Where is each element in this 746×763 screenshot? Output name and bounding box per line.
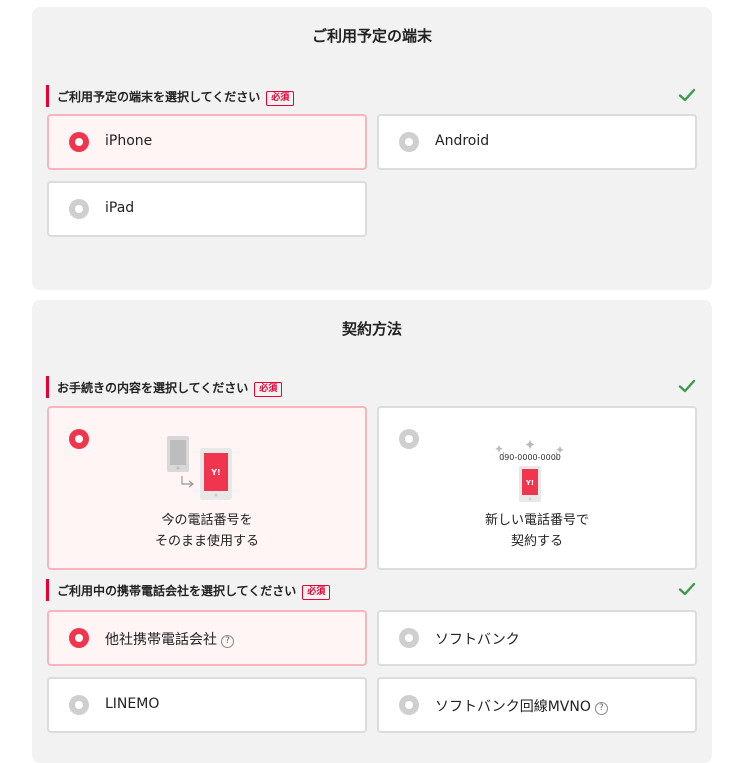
device-question-text: ご利用予定の端末を選択してください [57, 90, 261, 104]
radio-icon [69, 199, 89, 219]
option-label: iPad [105, 200, 135, 216]
required-badge: 必須 [254, 382, 283, 397]
sample-number-text: 090-0000-0000 [499, 453, 561, 462]
contract-section-title: 契約方法 [341, 320, 402, 338]
option-iphone[interactable]: iPhone [47, 114, 367, 170]
transfer-phone-icon: Y! [167, 436, 232, 500]
option-softbank-mvno[interactable]: ソフトバンク回線MVNO? [377, 677, 697, 733]
option-caption-line2: 契約する [510, 534, 563, 549]
new-number-phone-icon: 090-0000-0000 Y! [495, 440, 564, 502]
option-label: iPhone [105, 133, 153, 149]
question-marker [46, 85, 49, 107]
option-keep-number[interactable]: Y! 今の電話番号を そのまま使用する [47, 406, 367, 570]
option-linemo[interactable]: LINEMO [47, 677, 367, 733]
option-ipad[interactable]: iPad [47, 181, 367, 237]
check-icon [678, 379, 696, 393]
yahoo-badge-text: Y! [525, 479, 534, 487]
device-section: ご利用予定の端末 ご利用予定の端末を選択してください 必須 iPhone Andr… [32, 7, 712, 290]
radio-icon [399, 132, 419, 152]
required-badge: 必須 [266, 91, 295, 106]
option-android[interactable]: Android [377, 114, 697, 170]
option-label: 他社携帯電話会社 [105, 632, 217, 648]
help-icon[interactable]: ? [594, 702, 608, 715]
radio-icon [399, 628, 419, 648]
option-caption-line2: そのまま使用する [154, 534, 259, 549]
option-label: LINEMO [105, 696, 160, 712]
option-other-carrier[interactable]: 他社携帯電話会社? [47, 610, 367, 666]
option-label: Android [435, 133, 490, 149]
device-section-title: ご利用予定の端末 [311, 27, 432, 45]
required-badge: 必須 [302, 585, 331, 600]
help-icon[interactable]: ? [221, 635, 234, 648]
check-icon [678, 88, 696, 102]
option-caption-line1: 今の電話番号を [161, 513, 253, 528]
option-softbank[interactable]: ソフトバンク [377, 610, 697, 666]
carrier-question: ご利用中の携帯電話会社を選択してください 必須 [46, 579, 696, 601]
radio-selected-icon [69, 132, 89, 152]
yahoo-badge-text: Y! [210, 468, 220, 477]
device-question: ご利用予定の端末を選択してください 必須 [46, 85, 696, 107]
question-marker [46, 579, 49, 601]
radio-selected-icon [69, 628, 89, 648]
radio-icon [399, 695, 419, 715]
radio-icon [69, 695, 89, 715]
question-marker [46, 376, 49, 398]
option-caption-line1: 新しい電話番号で [484, 513, 589, 528]
contract-section: 契約方法 お手続きの内容を選択してください 必須 Y! 今の電話番号を そのまま使… [32, 300, 712, 763]
option-label: ソフトバンク [435, 632, 520, 648]
procedure-question-text: お手続きの内容を選択してください [57, 381, 249, 395]
carrier-question-text: ご利用中の携帯電話会社を選択してください [57, 584, 297, 598]
check-icon [678, 582, 696, 596]
option-label: ソフトバンク回線MVNO [435, 699, 591, 715]
option-new-number[interactable]: 090-0000-0000 Y! 新しい電話番号で 契約する [377, 406, 697, 570]
procedure-question: お手続きの内容を選択してください 必須 [46, 376, 696, 398]
